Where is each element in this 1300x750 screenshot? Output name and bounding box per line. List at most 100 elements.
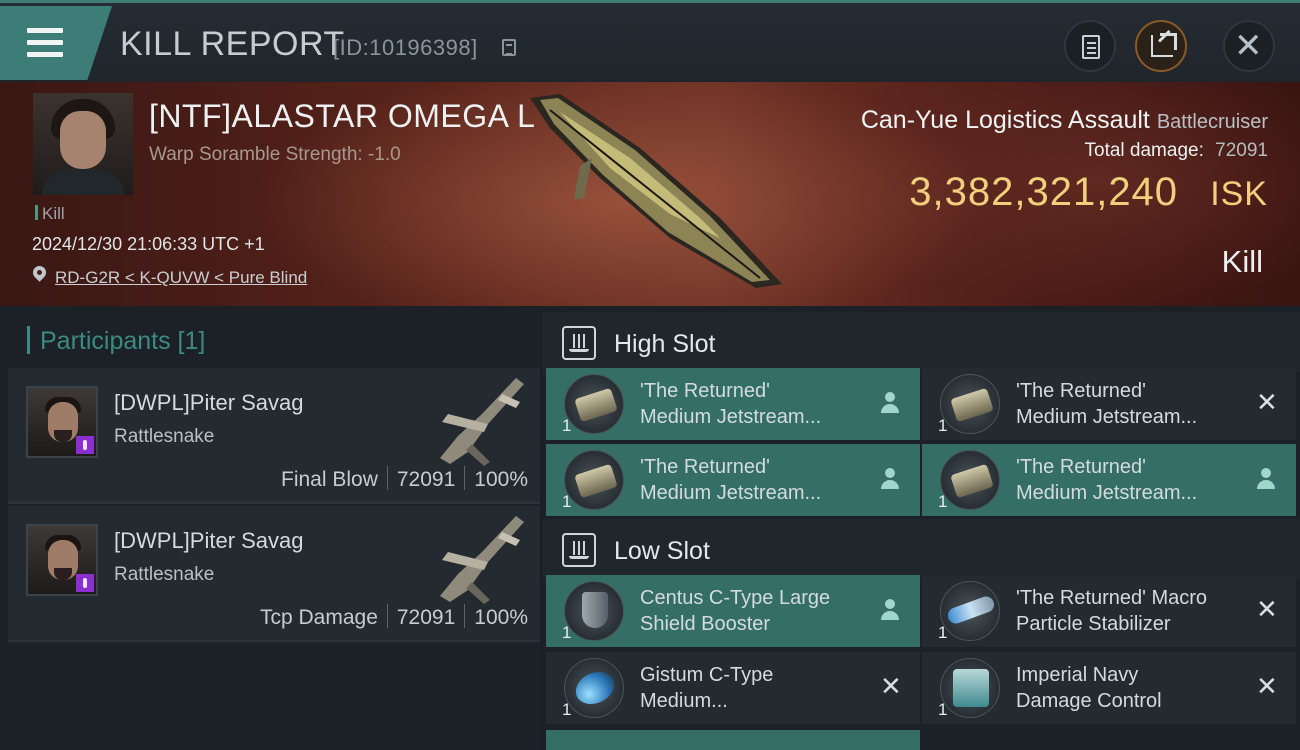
module-count: 1 [938,416,948,435]
module-slot[interactable]: 1 Gistum C-Type Medium... ✕ [546,652,920,724]
participant-row[interactable]: [DWPL]Piter Savag Rattlesnake Tcp Damage… [8,506,540,642]
module-name: Gistum C-Type [640,664,774,686]
module-count: 1 [562,492,572,511]
menu-button[interactable] [0,6,112,80]
participants-panel: Participants [1] [DWPL]Piter Savag Rattl… [0,306,540,750]
fitted-person-icon [880,599,900,621]
isk-value: 3,382,321,240 ISK [909,170,1268,215]
participant-ship: Rattlesnake [114,426,215,447]
total-damage-label: Total damage: [1084,140,1204,161]
destroyed-x-icon: ✕ [1256,671,1278,701]
victim-ship-image[interactable] [520,88,790,298]
module-count: 1 [938,700,948,719]
medium-module-icon [564,658,624,718]
module-slot[interactable]: 1 'The Returned' Medium Jetstream... [546,444,920,516]
participant-percent: 100% [474,606,528,629]
participant-ship: Rattlesnake [114,564,215,585]
participant-stats: Tcp Damage 72091 100% [260,604,528,630]
module-slot[interactable]: 1 'The Returned' Macro Particle Stabiliz… [922,575,1296,647]
fitting-panel: High Slot 1 'The Returned' Medium Jetstr… [542,306,1300,750]
participant-damage: 72091 [396,606,456,629]
module-count: 1 [938,623,948,642]
ship-name: Can-Yue Logistics Assault [860,106,1150,134]
module-name-line2: Medium... [640,690,728,712]
module-slot[interactable]: 1 Imperial Navy Damage Control ✕ [922,652,1296,724]
module-name-line2: Shield Booster [640,613,771,635]
particle-stabilizer-icon [940,581,1000,641]
participant-ship-image [440,378,524,466]
module-count: 1 [562,700,572,719]
participant-role: Final Blow [281,468,378,491]
module-name-line2: Damage Control [1016,690,1162,712]
alpha-clone-badge-icon [76,574,94,592]
participant-portrait[interactable] [26,524,98,596]
low-slot-icon [562,533,596,567]
share-button[interactable] [1135,20,1187,72]
hamburger-menu-icon [27,28,63,58]
ship-class: Battlecruiser [1156,111,1268,133]
location-link[interactable]: RD-G2R < K-QUVW < Pure Blind [55,268,307,288]
copy-icon[interactable] [502,39,516,56]
module-name: 'The Returned' [1016,456,1146,478]
shield-booster-icon [564,581,624,641]
participant-name: [DWPL]Piter Savag [114,528,304,553]
total-damage-value: 72091 [1215,140,1268,161]
module-slot[interactable]: 1 Centus C-Type Large Shield Booster [546,575,920,647]
module-count: 1 [938,492,948,511]
participants-title: Participants [1] [40,327,206,355]
module-count: 1 [562,416,572,435]
launcher-module-icon [564,450,624,510]
close-icon: ✕ [1234,27,1263,65]
module-name: 'The Returned' [640,380,770,402]
victim-ship-type: Can-Yue Logistics Assault Battlecruiser [861,106,1268,135]
high-slot-header: High Slot [542,312,1300,372]
participant-damage: 72091 [396,468,456,491]
isk-unit: ISK [1210,175,1268,213]
kill-datetime: 2024/12/30 21:06:33 UTC +1 [32,234,265,254]
participant-ship-image [440,516,524,604]
module-slot[interactable]: 1 'The Returned' Medium Jetstream... ✕ [922,368,1296,440]
launcher-module-icon [940,374,1000,434]
module-name-line2: Medium Jetstream... [640,406,822,428]
kill-result: Kill [1221,244,1263,279]
module-name: 'The Returned' [1016,380,1146,402]
fitted-person-icon [1256,468,1276,490]
clipboard-icon [1082,35,1100,59]
report-button[interactable] [1064,20,1116,72]
module-slot-partial[interactable] [546,730,920,750]
module-slot[interactable]: 1 'The Returned' Medium Jetstream... [922,444,1296,516]
participant-percent: 100% [474,468,528,491]
module-name-line2: Medium Jetstream... [1016,406,1198,428]
module-slot[interactable]: 1 'The Returned' Medium Jetstream... [546,368,920,440]
launcher-module-icon [940,450,1000,510]
victim-portrait[interactable] [33,93,133,195]
participant-row[interactable]: [DWPL]Piter Savag Rattlesnake Final Blow… [8,368,540,504]
participant-stats: Final Blow 72091 100% [281,466,528,492]
victim-name[interactable]: [NTF]ALASTAR OMEGA L [149,98,535,135]
warp-scramble-strength: Warp Soramble Strength: -1.0 [149,144,401,165]
module-name: Imperial Navy [1016,664,1139,686]
participant-name: [DWPL]Piter Savag [114,390,304,415]
fitted-person-icon [880,468,900,490]
participants-header: Participants [1] [27,326,205,356]
kill-summary: [NTF]ALASTAR OMEGA L Warp Soramble Stren… [0,82,1300,306]
close-button[interactable]: ✕ [1223,20,1275,72]
low-slot-title: Low Slot [614,537,710,565]
participant-portrait[interactable] [26,386,98,458]
location-pin-icon [30,263,49,282]
module-name-line2: Medium Jetstream... [1016,482,1198,504]
launcher-module-icon [564,374,624,434]
module-name: 'The Returned' [640,456,770,478]
low-slot-header: Low Slot [542,519,1300,579]
module-name-line2: Medium Jetstream... [640,482,822,504]
kill-tag-label: Kill [42,204,65,223]
total-damage: Total damage: 72091 [1085,140,1268,162]
top-bar: KILL REPORT [ID:10196398] ✕ [0,0,1300,82]
fitted-person-icon [880,392,900,414]
destroyed-x-icon: ✕ [1256,387,1278,417]
module-name: 'The Returned' Macro [1016,587,1208,609]
destroyed-x-icon: ✕ [1256,594,1278,624]
participant-role: Tcp Damage [259,606,378,629]
share-icon [1151,33,1177,57]
report-id: [ID:10196398] [333,35,478,60]
